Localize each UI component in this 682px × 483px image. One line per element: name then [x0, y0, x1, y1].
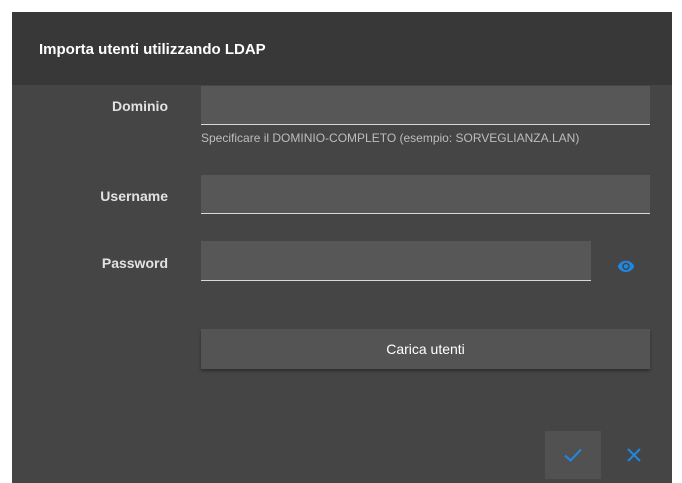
show-password-eye-icon[interactable] [615, 257, 637, 275]
close-icon [610, 447, 658, 463]
confirm-button[interactable] [545, 431, 601, 479]
domain-label: Dominio [112, 98, 168, 114]
username-label: Username [100, 188, 168, 204]
password-label: Password [101, 255, 168, 271]
domain-input[interactable] [201, 86, 650, 125]
dialog-header: Importa utenti utilizzando LDAP [12, 12, 672, 85]
check-icon [545, 447, 601, 463]
ldap-import-dialog: Importa utenti utilizzando LDAP Dominio … [12, 12, 672, 483]
username-input[interactable] [201, 175, 650, 214]
domain-hint: Specificare il DOMINIO-COMPLETO (esempio… [201, 131, 580, 145]
cancel-button[interactable] [610, 431, 658, 479]
dialog-title: Importa utenti utilizzando LDAP [39, 41, 266, 58]
password-input[interactable] [201, 241, 591, 281]
load-users-button[interactable]: Carica utenti [201, 329, 650, 369]
